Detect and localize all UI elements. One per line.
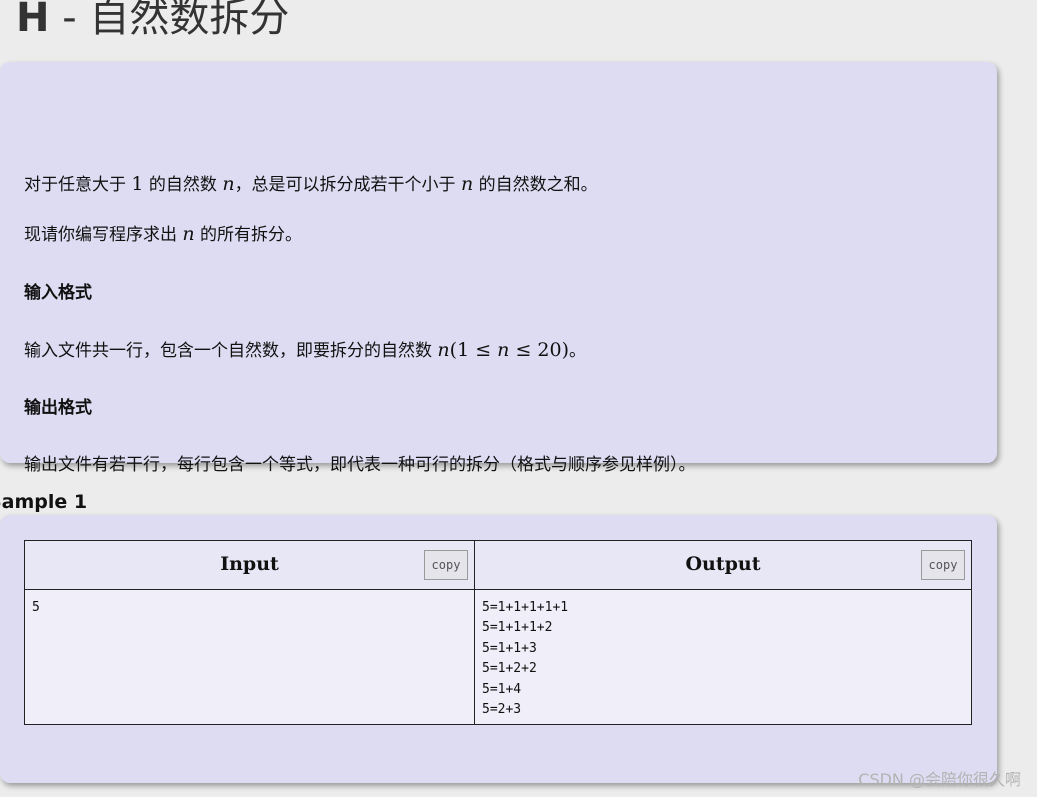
math-n: n	[182, 223, 194, 245]
output-format-text: 输出文件有若干行，每行包含一个等式，即代表一种可行的拆分（格式与顺序参见样例）。	[24, 455, 696, 475]
sample-line: 5	[32, 600, 40, 615]
input-format-text: 输入文件共一行，包含一个自然数，即要拆分的自然数 n(1 ≤ n ≤ 20)。	[24, 338, 586, 363]
text: 现请你编写程序求出	[24, 225, 183, 245]
math-var: n	[222, 173, 235, 195]
input-label: Input	[220, 553, 279, 575]
text: 的自然数	[143, 175, 223, 195]
sample-input-header: Input copy	[25, 541, 474, 590]
math-text: (1 ≤	[449, 339, 498, 361]
math-var: n	[437, 339, 450, 361]
problem-title: H - 自然数拆分	[16, 0, 289, 42]
text: 对于任意大于	[24, 175, 132, 195]
sample-output-content: 5=1+1+1+1+1 5=1+1+1+2 5=1+1+3 5=1+2+2 5=1+4 5…	[475, 590, 971, 724]
text: 输入文件共一行，包含一个自然数，即要拆分的自然数	[24, 341, 438, 361]
statement-paragraph-1: 对于任意大于 1 的自然数 n，总是可以拆分成若干个小于 n 的自然数之和。	[24, 172, 598, 197]
sample-card: Input copy 5 Output copy 5=1+1+1+1+1 5=1+…	[0, 515, 997, 783]
sample-table: Input copy 5 Output copy 5=1+1+1+1+1 5=1+…	[24, 540, 972, 725]
problem-letter: H	[16, 0, 50, 41]
sample-line: 5=1+4	[482, 681, 522, 697]
input-format-heading: 输入格式	[24, 283, 92, 303]
statement-paragraph-2: 现请你编写程序求出 n 的所有拆分。	[24, 222, 302, 247]
sample-line: 5=1+1+1+2	[482, 620, 553, 636]
sample-line: 5=1+1+3	[482, 640, 537, 656]
problem-name: 自然数拆分	[89, 0, 290, 41]
sample-line: 5=1+1+1+1+1	[482, 600, 569, 615]
sample-line: 5=2+3	[482, 702, 522, 718]
math-var: n	[497, 339, 510, 361]
text: 的自然数之和。	[473, 175, 598, 195]
sample-output-header: Output copy	[475, 541, 971, 590]
math-var: n	[182, 223, 195, 245]
watermark: CSDN @会陪你很久啊	[858, 770, 1021, 789]
text: ，总是可以拆分成若干个小于	[234, 175, 461, 195]
sample-title: Sample 1	[0, 491, 88, 513]
text: 的所有拆分。	[194, 225, 303, 245]
statement-card: 对于任意大于 1 的自然数 n，总是可以拆分成若干个小于 n 的自然数之和。 现…	[0, 62, 997, 475]
copy-output-button[interactable]: copy	[921, 550, 965, 580]
output-format-heading: 输出格式	[24, 398, 92, 418]
sample-input-content: 5	[25, 590, 474, 724]
math-constraint: n(1 ≤ n ≤ 20)	[437, 339, 569, 361]
math-text: ≤ 20)	[509, 339, 569, 361]
copy-input-button[interactable]: copy	[424, 550, 468, 580]
output-label: Output	[685, 553, 761, 575]
title-separator: -	[49, 0, 90, 41]
sample-input-column: Input copy 5	[25, 541, 475, 724]
text: 。	[569, 341, 586, 361]
math-one: 1	[131, 173, 144, 195]
sample-output-column: Output copy 5=1+1+1+1+1 5=1+1+1+2 5=1+1+3 5…	[475, 541, 971, 724]
math-n: n	[222, 173, 234, 195]
math-n: n	[461, 173, 473, 195]
math-var: n	[460, 173, 474, 195]
sample-line: 5=1+2+2	[482, 661, 537, 677]
